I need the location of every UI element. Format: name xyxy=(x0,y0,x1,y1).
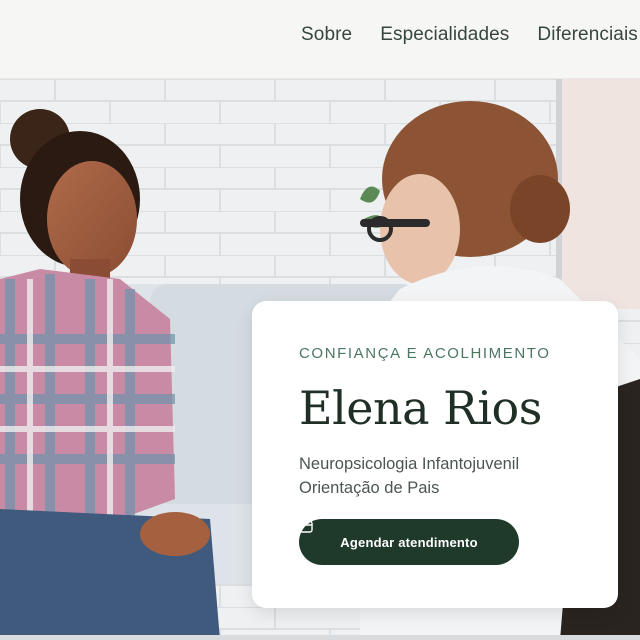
hero-eyebrow: CONFIANÇA E ACOLHIMENTO xyxy=(299,345,551,362)
subtitle-line: Neuropsicologia Infantojuvenil xyxy=(299,455,520,473)
main-nav: Sobre Especialidades Diferenciais xyxy=(301,24,638,46)
calendar-icon xyxy=(299,519,313,533)
site-header: Sobre Especialidades Diferenciais xyxy=(0,0,640,79)
hero-name: Elena Rios xyxy=(299,381,542,435)
subtitle-line: Orientação de Pais xyxy=(299,479,440,497)
nav-link-especialidades[interactable]: Especialidades xyxy=(380,24,509,46)
hero-subtitle: Neuropsicologia Infantojuvenil Orientaçã… xyxy=(299,452,519,500)
nav-link-diferenciais[interactable]: Diferenciais xyxy=(537,24,637,46)
intro-card: CONFIANÇA E ACOLHIMENTO Elena Rios Neuro… xyxy=(252,301,618,608)
schedule-appointment-button[interactable]: Agendar atendimento xyxy=(299,519,519,565)
hero-section: CONFIANÇA E ACOLHIMENTO Elena Rios Neuro… xyxy=(0,79,640,640)
nav-link-sobre[interactable]: Sobre xyxy=(301,24,352,46)
schedule-button-label: Agendar atendimento xyxy=(340,534,478,550)
